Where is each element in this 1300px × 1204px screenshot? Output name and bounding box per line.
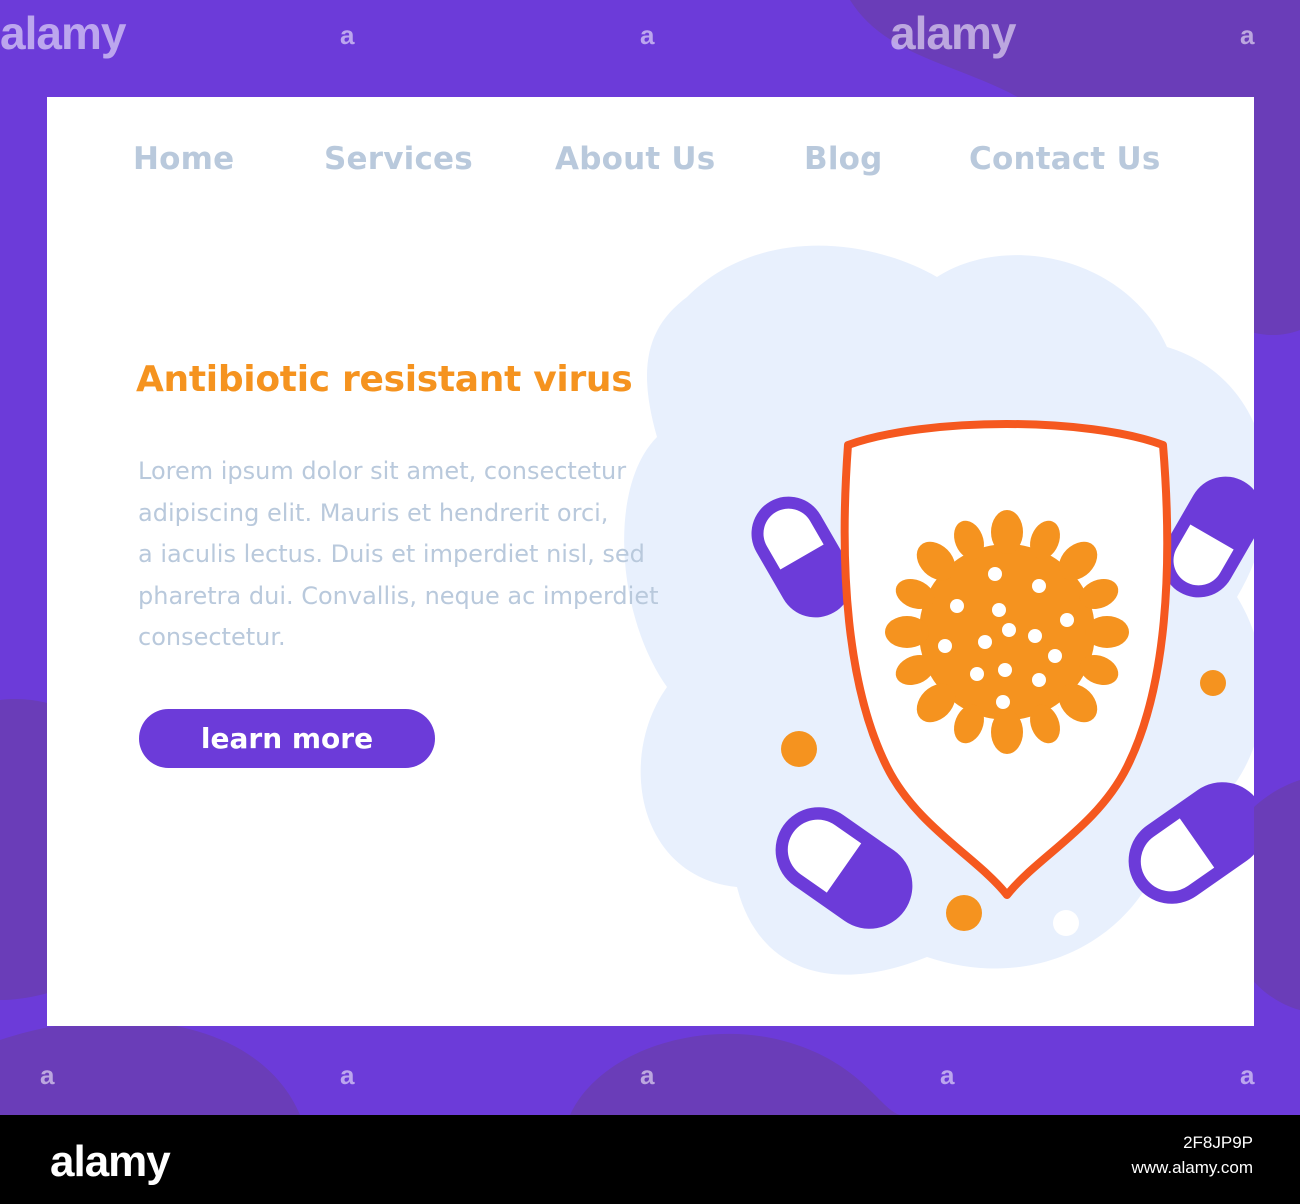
- dot-icon: [1053, 910, 1079, 936]
- nav-item-blog[interactable]: Blog: [804, 141, 883, 177]
- hero-title: Antibiotic resistant virus: [136, 359, 633, 400]
- dot-icon: [946, 895, 982, 931]
- footer-logo: alamy: [50, 1137, 171, 1186]
- virus-icon: [885, 510, 1129, 754]
- top-navigation: Home Services About Us Blog Contact Us: [47, 141, 1254, 191]
- footer-image-info: 2F8JP9P www.alamy.com: [1131, 1130, 1253, 1180]
- nav-item-home[interactable]: Home: [133, 141, 234, 177]
- dot-icon: [1200, 670, 1226, 696]
- hero-body-text: Lorem ipsum dolor sit amet, consectetur …: [138, 457, 659, 651]
- landing-card: Home Services About Us Blog Contact Us A…: [47, 97, 1254, 1026]
- nav-item-services[interactable]: Services: [324, 141, 473, 177]
- footer-image-id: 2F8JP9P: [1183, 1133, 1253, 1152]
- stock-footer-bar: alamy 2F8JP9P www.alamy.com: [0, 1115, 1300, 1204]
- learn-more-button[interactable]: learn more: [139, 709, 435, 768]
- footer-site-url: www.alamy.com: [1131, 1158, 1253, 1177]
- dot-icon: [781, 731, 817, 767]
- nav-item-about-us[interactable]: About Us: [555, 141, 715, 177]
- nav-item-contact-us[interactable]: Contact Us: [969, 141, 1160, 177]
